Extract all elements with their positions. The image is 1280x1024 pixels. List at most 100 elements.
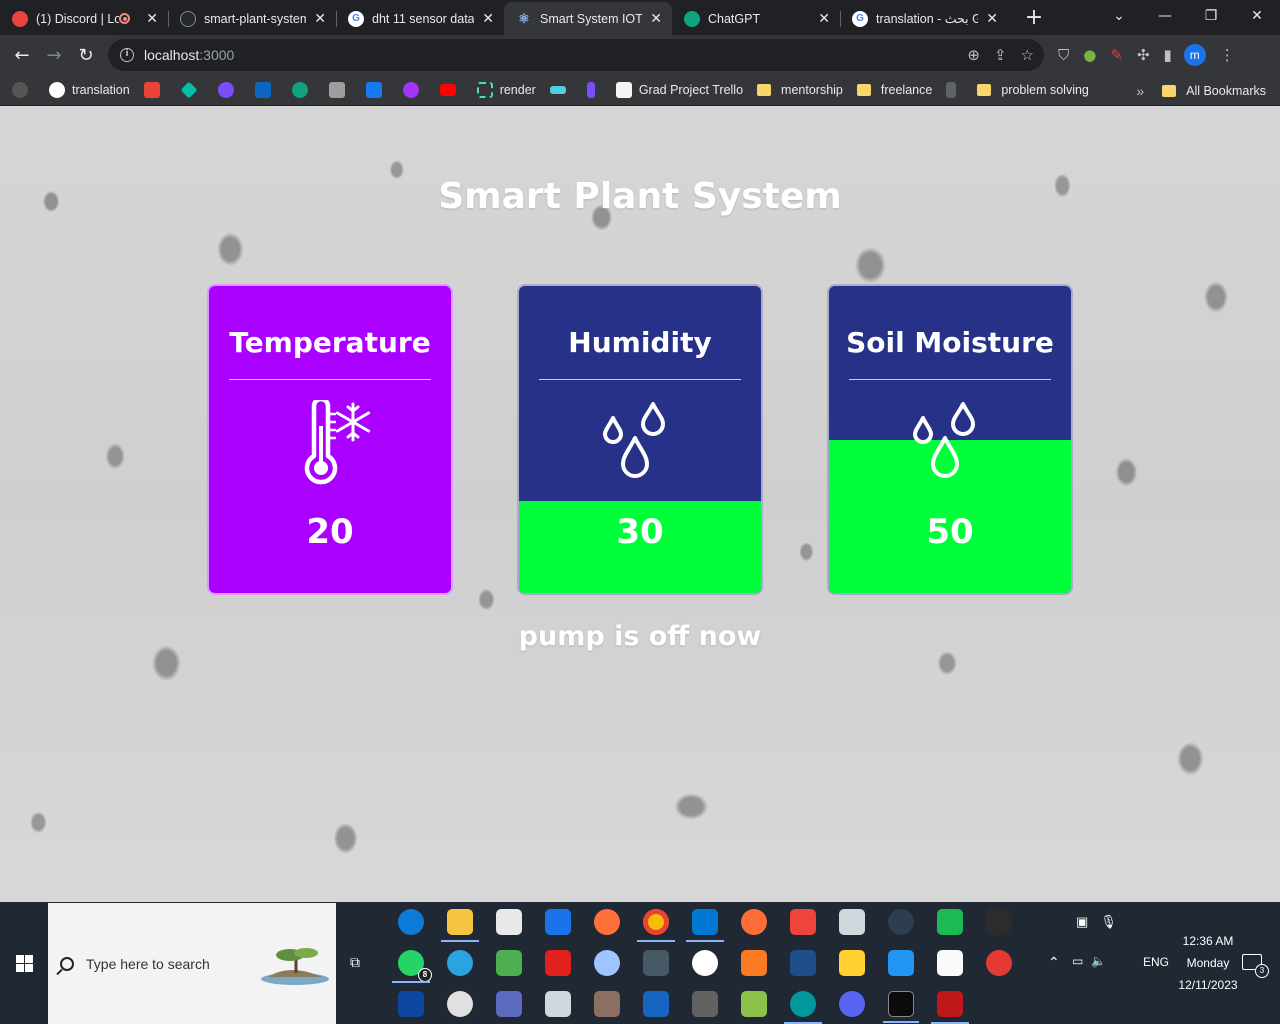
bookmark-folder-freelance[interactable]: freelance (856, 83, 932, 97)
tab-search-icon[interactable]: ⌄ (1096, 8, 1142, 24)
close-tab-icon[interactable]: ✕ (650, 10, 662, 27)
sheets-icon[interactable] (496, 950, 522, 976)
terminal-icon[interactable] (883, 991, 919, 1023)
x-app-icon[interactable] (545, 991, 571, 1017)
tab-discord[interactable]: (1) Discord | Lo ✕ (0, 2, 168, 35)
restore-button[interactable]: ❐ (1188, 8, 1234, 24)
figma-icon[interactable] (986, 909, 1012, 935)
address-bar[interactable]: i localhost:3000 ⊕ ⇪ ☆ (108, 39, 1044, 71)
miro-icon[interactable] (839, 950, 865, 976)
bookmark-linkedin[interactable] (254, 82, 278, 98)
shield-extension-icon[interactable]: ⛉ (1058, 46, 1069, 64)
whatsapp-icon[interactable]: 8 (392, 950, 432, 983)
arch-tool-icon[interactable] (643, 991, 669, 1017)
bookmark-pencil[interactable] (946, 82, 963, 98)
bookmark-github[interactable] (12, 82, 35, 98)
reader-icon[interactable] (594, 991, 620, 1017)
microphone-icon[interactable]: 🎙 (1100, 914, 1117, 930)
close-tab-icon[interactable]: ✕ (482, 10, 494, 27)
start-button[interactable] (0, 902, 48, 1024)
bookmark-teal[interactable] (180, 81, 204, 99)
close-tab-icon[interactable]: ✕ (314, 10, 326, 27)
bookmark-youtube[interactable] (439, 84, 463, 96)
close-window-button[interactable]: ✕ (1234, 8, 1280, 24)
mongodb-icon[interactable] (692, 950, 718, 976)
bookmark-folder-mentorship[interactable]: mentorship (757, 83, 843, 97)
bookmark-translation[interactable]: translation (49, 82, 130, 98)
bookmark-purple[interactable] (217, 82, 241, 98)
chess-icon[interactable] (741, 991, 767, 1017)
bookmark-gmail[interactable] (143, 82, 167, 98)
postman-icon[interactable] (741, 909, 767, 935)
discord-icon[interactable] (839, 991, 865, 1017)
green-extension-icon[interactable]: ● (1083, 46, 1096, 64)
headset-app-icon[interactable] (986, 950, 1012, 976)
bookmark-star-icon[interactable]: ☆ (1021, 46, 1034, 64)
bookmark-arrow[interactable] (586, 82, 602, 98)
microsoft-store-icon[interactable] (496, 909, 522, 935)
show-hidden-icons-icon[interactable]: ⌃ (1048, 954, 1060, 971)
file-explorer-icon[interactable] (441, 909, 479, 942)
green-cloud-icon[interactable] (937, 909, 963, 935)
reload-button[interactable]: ↻ (70, 45, 102, 66)
edge-icon[interactable] (398, 909, 424, 935)
firefox-icon[interactable] (594, 909, 620, 935)
minimize-button[interactable]: — (1142, 8, 1188, 24)
camera-icon[interactable]: ▣ (1076, 914, 1088, 930)
acrobat-icon[interactable] (545, 950, 571, 976)
red-extension-icon[interactable]: ✎ (1110, 46, 1123, 64)
bookmark-trello[interactable]: Grad Project Trello (615, 82, 743, 98)
menu-kebab-icon[interactable]: ⋮ (1220, 46, 1235, 64)
network-icon[interactable]: ▭ (1072, 954, 1083, 968)
inkscape-icon[interactable] (496, 991, 522, 1017)
language-indicator[interactable]: ENG (1143, 955, 1169, 969)
calculator-icon[interactable] (643, 950, 669, 976)
mail-icon[interactable] (545, 909, 571, 935)
mcafee-icon[interactable] (931, 991, 969, 1024)
anydesk-icon[interactable] (790, 909, 816, 935)
close-tab-icon[interactable]: ✕ (986, 10, 998, 27)
remote-desktop-icon[interactable] (839, 909, 865, 935)
fl-app-icon[interactable] (937, 950, 963, 976)
task-view-icon[interactable]: ⧉ (350, 955, 368, 971)
forward-button[interactable]: → (38, 45, 70, 66)
chrome-icon[interactable] (637, 909, 675, 942)
bookmark-chatgpt[interactable] (291, 82, 315, 98)
clock[interactable]: 12:36 AM Monday 12/11/2023 (1168, 930, 1248, 996)
taskbar-search[interactable]: Type here to search (48, 903, 336, 1024)
bookmark-messenger[interactable] (402, 82, 426, 98)
puzzle-extensions-icon[interactable]: ✣ (1137, 46, 1150, 64)
bookmark-stream[interactable] (549, 86, 573, 94)
new-tab-button[interactable]: + (1022, 5, 1046, 30)
vscode-icon[interactable] (686, 909, 724, 942)
side-panel-icon[interactable]: ▮ (1164, 46, 1172, 64)
paint-icon[interactable] (594, 950, 620, 976)
share-icon[interactable]: ⇪ (994, 46, 1007, 64)
arduino-like-icon[interactable] (447, 991, 473, 1017)
eclipse-icon[interactable] (888, 909, 914, 935)
close-tab-icon[interactable]: ✕ (818, 10, 830, 27)
site-info-icon[interactable]: i (120, 48, 134, 62)
bookmark-facebook[interactable] (365, 82, 389, 98)
network-tool-icon[interactable] (790, 950, 816, 976)
close-tab-icon[interactable]: ✕ (146, 10, 158, 27)
tab-smart-system-iot[interactable]: ⚛ Smart System IOT ✕ (504, 2, 672, 35)
notification-center-icon[interactable]: 3 (1242, 954, 1269, 978)
volume-icon[interactable]: 🔈 (1091, 954, 1106, 968)
all-bookmarks-folder[interactable]: All Bookmarks (1162, 84, 1266, 98)
sql-tool-icon[interactable] (398, 991, 424, 1017)
tab-translation[interactable]: G translation - بحث G ✕ (840, 2, 1008, 35)
tab-github[interactable]: smart-plant-system ✕ (168, 2, 336, 35)
profile-avatar[interactable]: m (1183, 44, 1206, 66)
xampp-icon[interactable] (741, 950, 767, 976)
bookmark-folder-problem-solving[interactable]: problem solving (977, 83, 1089, 97)
tab-google-search[interactable]: G dht 11 sensor data ✕ (336, 2, 504, 35)
telegram-icon[interactable] (447, 950, 473, 976)
back-button[interactable]: ← (6, 45, 38, 66)
bookmarks-overflow-icon[interactable]: » (1136, 83, 1144, 99)
tab-chatgpt[interactable]: ChatGPT ✕ (672, 2, 840, 35)
zoom-icon[interactable]: ⊕ (967, 46, 980, 64)
game-controller-icon[interactable] (692, 991, 718, 1017)
arduino-icon[interactable] (784, 991, 822, 1024)
bookmark-pen[interactable] (328, 82, 352, 98)
